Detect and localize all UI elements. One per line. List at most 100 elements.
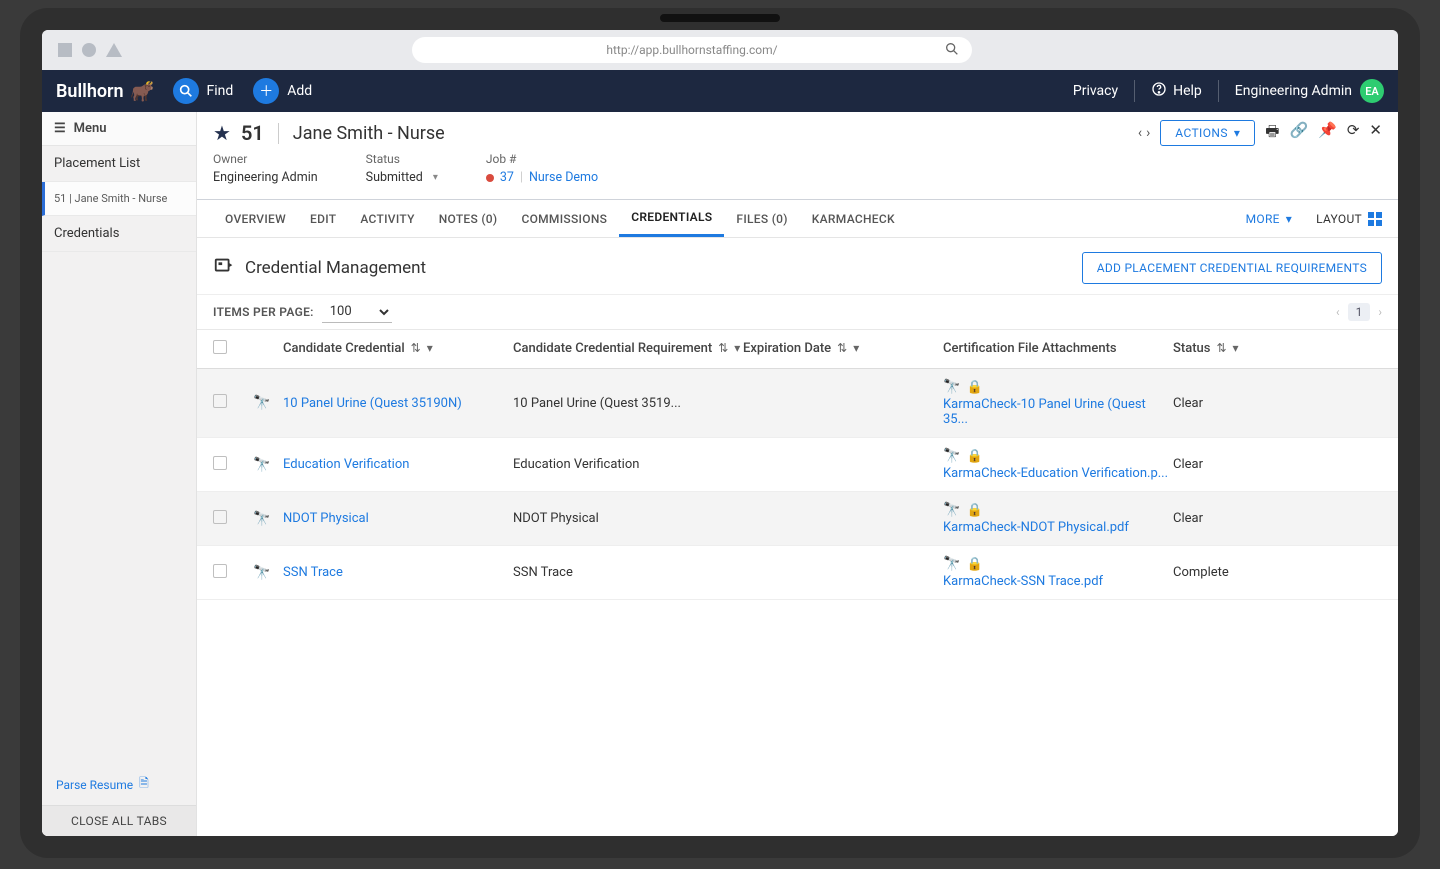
status-cell: Clear	[1173, 396, 1293, 411]
filter-icon[interactable]: ▾	[734, 342, 740, 356]
row-checkbox[interactable]	[213, 510, 227, 524]
address-bar[interactable]: http://app.bullhornstaffing.com/	[412, 37, 972, 63]
requirement-cell: SSN Trace	[513, 565, 743, 580]
record-tabs: OVERVIEW EDIT ACTIVITY NOTES (0) COMMISS…	[197, 199, 1398, 238]
tab-edit[interactable]: EDIT	[298, 202, 348, 236]
col-status[interactable]: Status ⇅ ▾	[1173, 342, 1293, 357]
more-label: MORE	[1246, 212, 1280, 226]
layout-button[interactable]: LAYOUT	[1304, 202, 1382, 236]
select-all-checkbox[interactable]	[213, 340, 227, 354]
filter-icon[interactable]: ▾	[853, 342, 859, 356]
star-icon[interactable]: ★	[213, 121, 231, 145]
actions-button[interactable]: ACTIONS ▾	[1160, 120, 1255, 146]
sidebar-item-credentials[interactable]: Credentials	[42, 216, 196, 252]
sort-icon[interactable]: ⇅	[411, 342, 421, 356]
search-icon[interactable]	[944, 41, 960, 60]
status-cell: Clear	[1173, 511, 1293, 526]
refresh-icon[interactable]: ⟳	[1347, 121, 1360, 146]
preview-icon[interactable]: 🔭	[253, 565, 270, 581]
window-shape-triangle	[106, 43, 122, 57]
credential-link[interactable]: NDOT Physical	[283, 511, 369, 526]
items-per-page-select[interactable]: 100	[322, 301, 392, 323]
status-dropdown[interactable]: Submitted ▾	[366, 170, 438, 185]
divider	[1134, 80, 1135, 102]
print-icon[interactable]: 🖶	[1265, 121, 1279, 146]
tab-files[interactable]: FILES (0)	[724, 202, 799, 236]
credentials-table: Candidate Credential ⇅ ▾ Candidate Crede…	[197, 330, 1398, 600]
credential-link[interactable]: Education Verification	[283, 457, 409, 472]
page-prev[interactable]: ‹	[1336, 305, 1340, 319]
attachment-icon: 🔭	[943, 502, 960, 518]
row-checkbox[interactable]	[213, 456, 227, 470]
prev-record-button[interactable]: ‹	[1138, 125, 1142, 141]
parse-resume-link[interactable]: Parse Resume 🗎	[42, 764, 196, 805]
document-icon: 🗎	[139, 774, 149, 795]
attachment-link[interactable]: KarmaCheck-Education Verification.p...	[943, 466, 1173, 481]
add-requirement-button[interactable]: ADD PLACEMENT CREDENTIAL REQUIREMENTS	[1082, 252, 1382, 284]
items-per-page-label: ITEMS PER PAGE:	[213, 305, 314, 319]
sidebar-item-placement-list[interactable]: Placement List	[42, 146, 196, 182]
search-icon	[173, 78, 199, 104]
job-link[interactable]: 37 | Nurse Demo	[486, 170, 598, 185]
brand-logo[interactable]: Bullhorn 🐂	[56, 79, 155, 103]
add-label: Add	[287, 83, 312, 99]
link-icon[interactable]: 🔗	[1289, 121, 1308, 146]
close-all-tabs-button[interactable]: CLOSE ALL TABS	[42, 805, 196, 836]
preview-icon[interactable]: 🔭	[253, 395, 270, 411]
col-attachments[interactable]: Certification File Attachments	[943, 342, 1173, 357]
preview-icon[interactable]: 🔭	[253, 511, 270, 527]
bull-icon: 🐂	[130, 79, 155, 103]
find-button[interactable]: Find	[173, 78, 234, 104]
tab-notes[interactable]: NOTES (0)	[427, 202, 510, 236]
app-header: Bullhorn 🐂 Find ＋ Add Privacy	[42, 70, 1398, 112]
job-label: Job #	[486, 152, 598, 166]
tab-karmacheck[interactable]: KARMACHECK	[800, 202, 907, 236]
attachment-link[interactable]: KarmaCheck-SSN Trace.pdf	[943, 574, 1173, 589]
grid-toolbar: ITEMS PER PAGE: 100 ‹ 1 ›	[197, 294, 1398, 330]
add-button[interactable]: ＋ Add	[253, 78, 312, 104]
attachment-icon: 🔭	[943, 556, 960, 572]
col-credential-requirement[interactable]: Candidate Credential Requirement ⇅ ▾	[513, 342, 743, 357]
sidebar-item-record[interactable]: 51 | Jane Smith - Nurse	[42, 182, 196, 216]
requirement-cell: Education Verification	[513, 457, 743, 472]
sort-icon[interactable]: ⇅	[718, 342, 728, 356]
job-id: 37	[500, 170, 514, 185]
tab-activity[interactable]: ACTIVITY	[348, 202, 426, 236]
credential-link[interactable]: 10 Panel Urine (Quest 35190N)	[283, 396, 462, 411]
help-link[interactable]: Help	[1151, 81, 1202, 101]
credential-icon	[213, 255, 235, 282]
sort-icon[interactable]: ⇅	[837, 342, 847, 356]
parse-label: Parse Resume	[56, 778, 133, 792]
more-menu[interactable]: MORE ▾	[1234, 202, 1304, 236]
requirement-cell: NDOT Physical	[513, 511, 743, 526]
next-record-button[interactable]: ›	[1146, 125, 1150, 141]
owner-value: Engineering Admin	[213, 170, 318, 185]
preview-icon[interactable]: 🔭	[253, 457, 270, 473]
lock-icon: 🔒	[966, 503, 982, 518]
attachment-link[interactable]: KarmaCheck-NDOT Physical.pdf	[943, 520, 1173, 535]
sort-icon[interactable]: ⇅	[1216, 342, 1226, 356]
page-number[interactable]: 1	[1348, 303, 1371, 321]
page-next[interactable]: ›	[1378, 305, 1382, 319]
main-panel: ★ 51 Jane Smith - Nurse ‹ › ACTIONS ▾	[197, 112, 1398, 836]
status-label: Status	[366, 152, 438, 166]
tab-commissions[interactable]: COMMISSIONS	[509, 202, 619, 236]
close-icon[interactable]: ✕	[1369, 121, 1382, 146]
help-icon	[1151, 81, 1167, 101]
tab-overview[interactable]: OVERVIEW	[213, 202, 298, 236]
attachment-icon: 🔭	[943, 379, 960, 395]
row-checkbox[interactable]	[213, 564, 227, 578]
attachment-link[interactable]: KarmaCheck-10 Panel Urine (Quest 35...	[943, 397, 1173, 427]
row-checkbox[interactable]	[213, 394, 227, 408]
menu-toggle[interactable]: ☰ Menu	[42, 112, 196, 146]
col-expiration-date[interactable]: Expiration Date ⇅ ▾	[743, 342, 943, 357]
tab-credentials[interactable]: CREDENTIALS	[619, 200, 724, 237]
privacy-link[interactable]: Privacy	[1073, 83, 1118, 99]
filter-icon[interactable]: ▾	[1233, 342, 1239, 356]
credential-link[interactable]: SSN Trace	[283, 565, 343, 580]
pin-icon[interactable]: 📌	[1318, 121, 1337, 146]
user-menu[interactable]: Engineering Admin EA	[1235, 79, 1384, 103]
window-shape-circle	[82, 43, 96, 57]
filter-icon[interactable]: ▾	[427, 342, 433, 356]
col-candidate-credential[interactable]: Candidate Credential ⇅ ▾	[283, 342, 513, 357]
